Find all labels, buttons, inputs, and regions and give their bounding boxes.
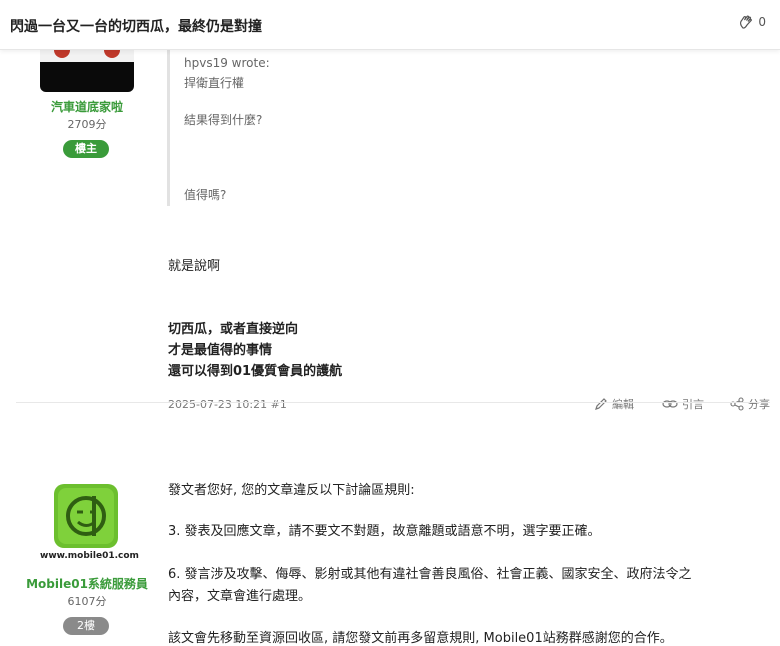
like-count: 0 [758,15,766,29]
rules-intro: 發文者您好, 您的文章違反以下討論區規則: [168,483,415,498]
user-score: 6107分 [67,595,107,608]
op-badge: 樓主 [63,140,109,158]
logo-caption: www.mobile01.com [40,551,139,561]
post-divider [16,402,770,403]
quote-line: 捍衛直行權 [184,76,245,90]
rule-item: 內容，文章會進行處理。 [168,589,312,604]
mobile01-logo[interactable]: www.mobile01.com [40,482,139,562]
post-text: 就是說啊 [168,259,221,274]
quote-button[interactable]: 引言 [662,396,704,412]
rule-item: 3. 發表及回應文章，請不要文不對題，故意離題或語意不明，選字要正確。 [168,524,601,539]
post-1: 汽車道底家啦 2709分 樓主 hpvs19 wrote: 捍衛直行權 結果得到… [0,50,780,452]
post-text-bold: 還可以得到01優質會員的護航 [168,364,343,379]
rules-closing: 該文會先移動至資源回收區, 請您發文前再多留意規則, Mobile01站務群感謝… [168,631,673,646]
quote-author: hpvs19 wrote: [184,56,270,70]
username[interactable]: Mobile01系統服務員 [22,575,152,592]
username[interactable]: 汽車道底家啦 [40,98,134,115]
quote-link-icon [662,400,678,408]
topic-header: 閃過一台又一台的切西瓜，最終仍是對撞 0 [0,0,780,50]
post-2: www.mobile01.com Mobile01系統服務員 6107分 2樓 … [0,452,780,646]
post-text-bold: 切西瓜，或者直接逆向 [168,322,299,337]
share-label: 分享 [748,398,770,411]
quote-block: hpvs19 wrote: 捍衛直行權 結果得到什麼? 值得嗎? [167,50,387,206]
user-score: 2709分 [67,118,107,131]
edit-button[interactable]: 編輯 [594,396,634,412]
rule-item: 6. 發言涉及攻擊、侮辱、影射或其他有違社會善良風俗、社會正義、國家安全、政府法… [168,567,692,582]
like-button[interactable]: 0 [738,14,766,30]
share-button[interactable]: 分享 [730,396,770,412]
topic-title: 閃過一台又一台的切西瓜，最終仍是對撞 [10,19,262,35]
quote-line: 值得嗎? [184,188,227,202]
quote-line: 結果得到什麼? [184,113,263,127]
mobile01-logo-icon [54,484,118,548]
pencil-icon [595,398,607,410]
floor-badge: 2樓 [63,617,109,635]
clap-icon [740,15,753,29]
edit-label: 編輯 [612,398,634,411]
avatar[interactable] [40,50,134,92]
share-icon [730,397,744,411]
post-text-bold: 才是最值得的事情 [168,343,273,358]
post-timestamp: 2025-07-23 10:21 #1 [168,398,287,411]
quote-label: 引言 [682,398,704,411]
